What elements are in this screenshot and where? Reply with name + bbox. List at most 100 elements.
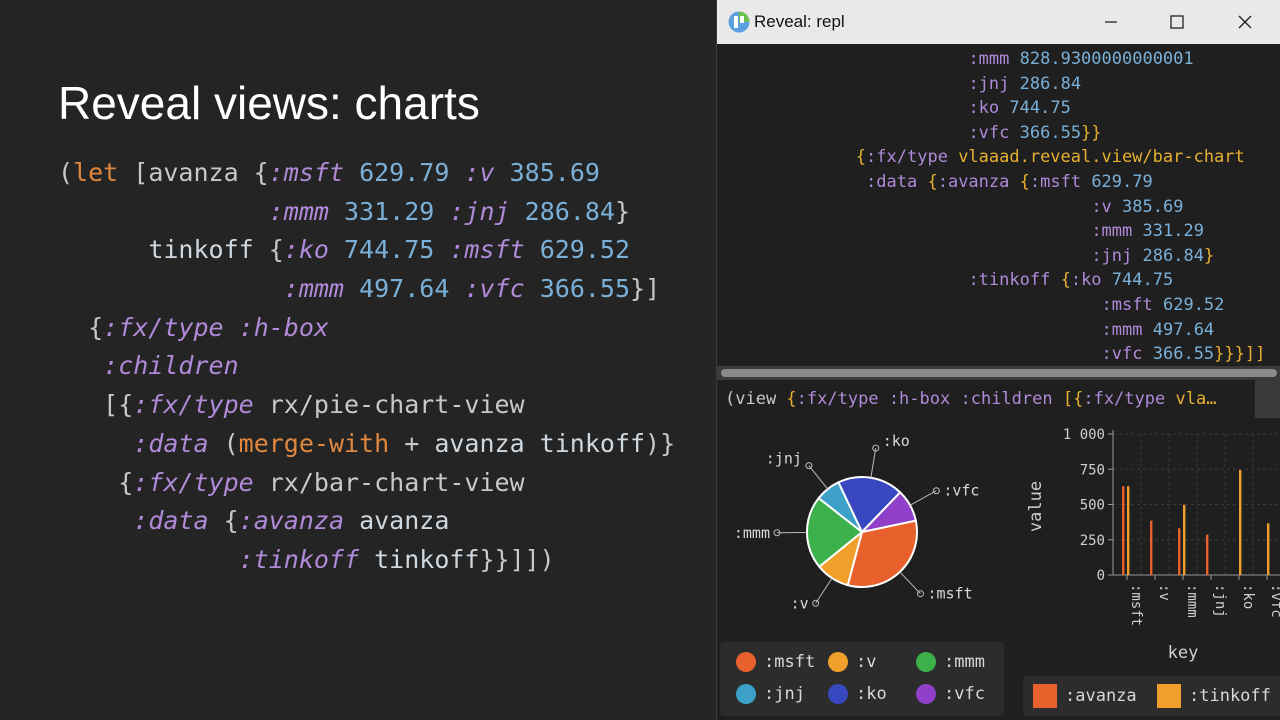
bar-avanza-msft[interactable] xyxy=(1122,486,1125,575)
pie-label-line xyxy=(909,490,937,506)
y-axis-title: value xyxy=(1026,481,1046,532)
bar-avanza-jnj[interactable] xyxy=(1206,534,1209,575)
view-expression[interactable]: (view {:fx/type :h-box :children [{:fx/t… xyxy=(717,380,1265,418)
view-expr-token xyxy=(1053,389,1063,409)
code-line: {:fx/type :h-box xyxy=(58,309,675,348)
y-tick-label: 750 xyxy=(1080,462,1105,478)
pie-chart[interactable]: :msft:v:mmm:jnj:ko:vfc xyxy=(717,418,1017,638)
pie-legend-item: :ko xyxy=(828,684,887,704)
code-token: + xyxy=(389,428,435,458)
pie-label-line xyxy=(815,577,833,604)
code-token: rx/pie-chart-view xyxy=(253,390,525,420)
vertical-scrollbar[interactable] xyxy=(1255,380,1280,418)
y-tick-label: 250 xyxy=(1080,533,1105,549)
view-expr-token xyxy=(950,389,960,409)
repl-token xyxy=(1132,246,1142,266)
legend-label: :jnj xyxy=(764,684,805,704)
code-line: :tinkoff tinkoff}}]]) xyxy=(58,541,675,580)
bar-avanza-v[interactable] xyxy=(1150,520,1153,575)
bar-tinkoff-msft[interactable] xyxy=(1127,486,1130,575)
repl-token: :vfc xyxy=(1101,344,1143,365)
legend-swatch xyxy=(1033,684,1057,708)
repl-token: 331.29 xyxy=(1142,221,1204,242)
code-token: :ko xyxy=(283,235,329,265)
pie-legend-item: :vfc xyxy=(916,684,985,704)
bar-avanza-mmm[interactable] xyxy=(1178,528,1181,575)
view-expr-token: vla… xyxy=(1175,389,1217,409)
view-expr-token: :h-box xyxy=(888,389,951,409)
repl-token xyxy=(1153,295,1163,315)
bar-chart[interactable]: 0 250 500 750 1 000:msft:v:mmm:jnj:ko:vfc val… xyxy=(1017,418,1280,674)
reveal-window: Reveal: repl :mmm 828.9300000000001:jnj … xyxy=(716,0,1280,720)
code-token: :data xyxy=(133,428,209,458)
legend-label: :ko xyxy=(856,684,887,704)
code-token: tinkoff xyxy=(148,235,254,265)
close-button[interactable] xyxy=(1225,8,1265,36)
repl-token xyxy=(1112,197,1122,217)
x-tick-label: :v xyxy=(1156,584,1172,601)
pie-legend-item: :jnj xyxy=(736,684,805,704)
scrollbar-thumb[interactable] xyxy=(721,369,1277,377)
legend-label: :avanza xyxy=(1065,686,1137,706)
view-expr-token: :fx/type xyxy=(796,389,879,409)
bar-tinkoff-vfc[interactable] xyxy=(1267,523,1270,575)
maximize-button[interactable] xyxy=(1157,8,1197,36)
repl-token xyxy=(1081,172,1091,192)
pie-label: :ko xyxy=(883,432,910,450)
repl-output[interactable]: :mmm 828.9300000000001:jnj 286.84:ko 744… xyxy=(717,44,1280,366)
bar-legend: :avanza :tinkoff xyxy=(1023,676,1280,716)
repl-token xyxy=(1102,270,1112,290)
code-token: :mmm xyxy=(268,196,329,226)
code-token: { xyxy=(253,235,284,265)
repl-line: :data {:avanza {:msft 629.79 xyxy=(866,170,1153,195)
repl-token: { xyxy=(855,147,867,168)
y-tick-label: 0 xyxy=(1097,568,1105,584)
y-tick-label: 1 000 xyxy=(1063,427,1105,443)
code-line: [{:fx/type rx/pie-chart-view xyxy=(58,386,675,425)
repl-token: :tinkoff xyxy=(968,270,1051,291)
reveal-app-icon xyxy=(728,11,750,33)
repl-token xyxy=(999,98,1009,118)
code-token: 629.79 xyxy=(359,158,450,187)
code-token: :children xyxy=(103,351,239,381)
repl-token: }} xyxy=(1081,122,1102,143)
code-token: :data xyxy=(133,506,209,536)
code-token: :jnj xyxy=(449,196,510,226)
legend-swatch xyxy=(828,684,848,704)
pie-label-line xyxy=(899,571,921,595)
code-token: { xyxy=(58,467,134,497)
repl-token: :ko xyxy=(968,98,1000,119)
title-bar[interactable]: Reveal: repl xyxy=(717,0,1280,44)
repl-token: { xyxy=(927,172,938,192)
repl-token: 629.52 xyxy=(1162,295,1225,315)
code-token: } xyxy=(614,196,631,226)
repl-token xyxy=(1132,221,1142,241)
x-tick-label: :jnj xyxy=(1212,584,1228,618)
legend-label: :tinkoff xyxy=(1189,686,1271,706)
code-token: :avanza xyxy=(238,506,344,536)
repl-token: :mmm xyxy=(1101,319,1143,340)
code-token: :v xyxy=(464,158,495,187)
repl-token xyxy=(1050,270,1060,290)
horizontal-scrollbar[interactable] xyxy=(717,366,1280,380)
code-block: (let [avanza {:msft 629.79 :v 385.69 :mm… xyxy=(58,154,675,580)
bar-tinkoff-ko[interactable] xyxy=(1239,469,1242,575)
code-token: :msft xyxy=(449,235,525,265)
repl-line: {:fx/type vlaaad.reveal.view/bar-chart xyxy=(856,145,1245,170)
pie-label: :mmm xyxy=(734,524,770,542)
code-token: :h-box xyxy=(238,312,329,342)
minimize-button[interactable] xyxy=(1091,8,1131,36)
repl-line: :jnj 286.84 xyxy=(968,72,1081,97)
repl-token: 286.84 xyxy=(1019,73,1082,94)
repl-line: :mmm 497.64 xyxy=(1102,318,1215,343)
bar-tinkoff-mmm[interactable] xyxy=(1183,504,1186,575)
code-token: :tinkoff xyxy=(238,544,360,574)
